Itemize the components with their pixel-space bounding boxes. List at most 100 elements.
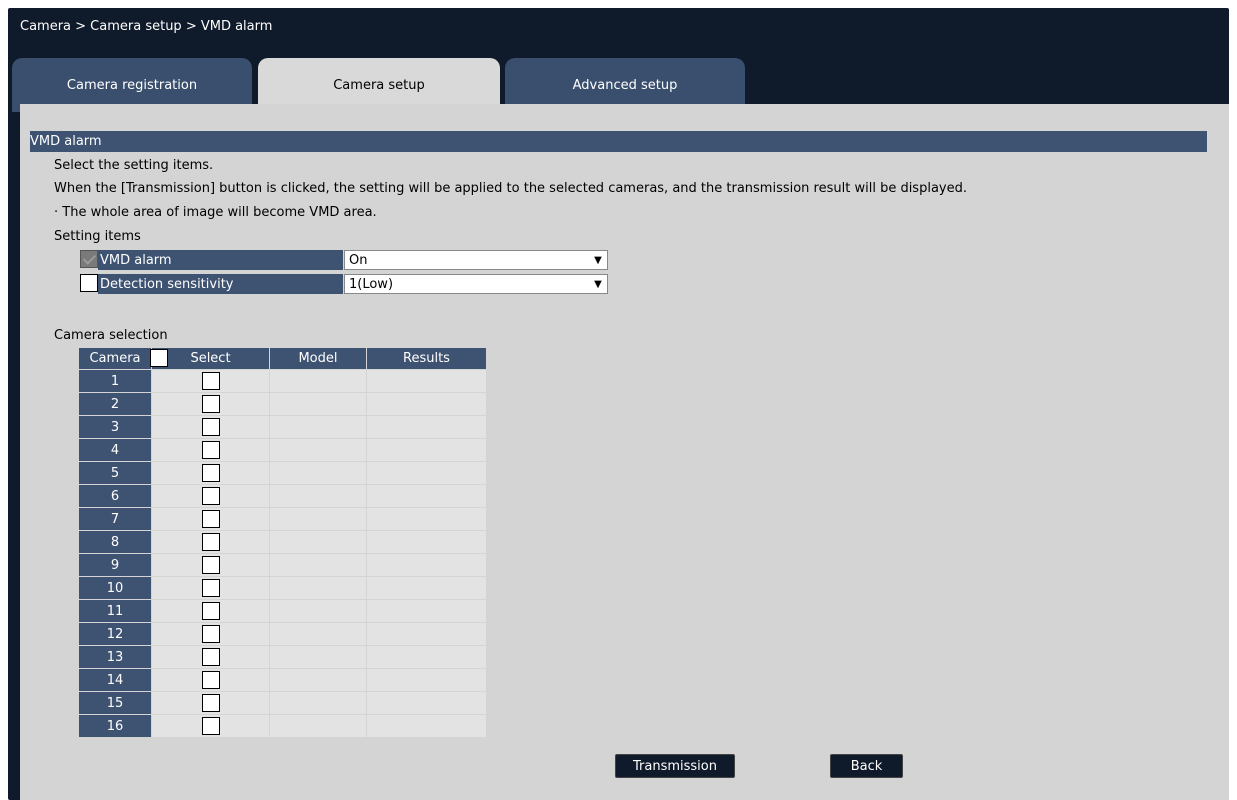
model-cell xyxy=(269,622,367,646)
results-cell xyxy=(366,645,487,669)
results-cell xyxy=(366,553,487,577)
camera-select-checkbox[interactable] xyxy=(201,533,220,551)
instruction-line-3: · The whole area of image will become VM… xyxy=(54,205,377,220)
table-row: 15 xyxy=(78,691,487,715)
table-row: 10 xyxy=(78,576,487,600)
model-cell xyxy=(269,461,367,485)
table-row: 6 xyxy=(78,484,487,508)
camera-select-checkbox[interactable] xyxy=(201,510,220,528)
camera-number: 7 xyxy=(78,507,152,531)
model-cell xyxy=(269,369,367,393)
camera-select-checkbox[interactable] xyxy=(201,648,220,666)
camera-number: 10 xyxy=(78,576,152,600)
camera-select-checkbox[interactable] xyxy=(201,625,220,643)
table-row: 13 xyxy=(78,645,487,669)
model-cell xyxy=(269,714,367,738)
camera-number: 12 xyxy=(78,622,152,646)
camera-select-checkbox[interactable] xyxy=(201,418,220,436)
table-row: 5 xyxy=(78,461,487,485)
model-cell xyxy=(269,484,367,508)
camera-number: 14 xyxy=(78,668,152,692)
header-select: Select xyxy=(150,347,270,370)
camera-select-checkbox[interactable] xyxy=(201,487,220,505)
results-cell xyxy=(366,576,487,600)
results-cell xyxy=(366,714,487,738)
header-camera-label: Camera xyxy=(89,351,141,366)
results-cell xyxy=(366,507,487,531)
detection-sensitivity-select[interactable]: 1(Low) ▼ xyxy=(344,274,608,294)
header-model: Model xyxy=(269,347,367,370)
table-row: 4 xyxy=(78,438,487,462)
camera-number: 9 xyxy=(78,553,152,577)
camera-select-checkbox[interactable] xyxy=(201,464,220,482)
camera-number: 4 xyxy=(78,438,152,462)
transmission-button[interactable]: Transmission xyxy=(615,754,735,778)
camera-select-checkbox[interactable] xyxy=(201,602,220,620)
table-row: 3 xyxy=(78,415,487,439)
back-button[interactable]: Back xyxy=(830,754,903,778)
vmd-alarm-select[interactable]: On ▼ xyxy=(344,250,608,270)
camera-select-checkbox[interactable] xyxy=(201,395,220,413)
camera-table: Camera Select Model Results 1 2 3 4 5 6 … xyxy=(78,347,487,738)
tab-label: Camera registration xyxy=(66,77,198,93)
camera-number: 16 xyxy=(78,714,152,738)
table-row: 2 xyxy=(78,392,487,416)
camera-number: 6 xyxy=(78,484,152,508)
header-results: Results xyxy=(366,347,487,370)
model-cell xyxy=(269,599,367,623)
select-value: 1(Low) xyxy=(349,276,394,292)
camera-select-checkbox[interactable] xyxy=(201,694,220,712)
results-cell xyxy=(366,622,487,646)
camera-number: 2 xyxy=(78,392,152,416)
table-header-row: Camera Select Model Results xyxy=(78,347,487,370)
chevron-down-icon: ▼ xyxy=(589,275,607,293)
results-cell xyxy=(366,438,487,462)
model-cell xyxy=(269,576,367,600)
setting-name: Detection sensitivity xyxy=(98,274,344,294)
camera-number: 3 xyxy=(78,415,152,439)
results-cell xyxy=(366,461,487,485)
camera-select-checkbox[interactable] xyxy=(201,717,220,735)
setting-name: VMD alarm xyxy=(98,250,344,270)
table-row: 9 xyxy=(78,553,487,577)
instruction-line-2: When the [Transmission] button is clicke… xyxy=(54,181,967,196)
detection-sensitivity-checkbox[interactable] xyxy=(80,274,98,292)
results-cell xyxy=(366,484,487,508)
table-row: 12 xyxy=(78,622,487,646)
camera-select-checkbox[interactable] xyxy=(201,579,220,597)
model-cell xyxy=(269,553,367,577)
camera-select-checkbox[interactable] xyxy=(201,372,220,390)
model-cell xyxy=(269,392,367,416)
breadcrumb: Camera > Camera setup > VMD alarm xyxy=(20,19,273,34)
model-cell xyxy=(269,507,367,531)
header-camera: Camera xyxy=(78,347,152,370)
camera-number: 15 xyxy=(78,691,152,715)
model-cell xyxy=(269,645,367,669)
model-cell xyxy=(269,415,367,439)
tab-label: Advanced setup xyxy=(572,77,678,93)
model-cell xyxy=(269,691,367,715)
table-row: 16 xyxy=(78,714,487,738)
camera-select-checkbox[interactable] xyxy=(201,671,220,689)
results-cell xyxy=(366,392,487,416)
tab-label: Camera setup xyxy=(333,77,425,93)
results-cell xyxy=(366,668,487,692)
table-row: 11 xyxy=(78,599,487,623)
content-panel: VMD alarm Select the setting items. When… xyxy=(20,104,1229,800)
section-title: VMD alarm xyxy=(30,134,102,149)
camera-number: 13 xyxy=(78,645,152,669)
model-cell xyxy=(269,668,367,692)
camera-number: 11 xyxy=(78,599,152,623)
camera-number: 8 xyxy=(78,530,152,554)
instruction-line-1: Select the setting items. xyxy=(54,158,214,173)
vmd-alarm-checkbox xyxy=(80,250,98,268)
select-value: On xyxy=(349,252,368,268)
results-cell xyxy=(366,369,487,393)
camera-selection-label: Camera selection xyxy=(54,328,168,343)
section-header: VMD alarm xyxy=(30,131,1207,152)
table-row: 1 xyxy=(78,369,487,393)
camera-select-checkbox[interactable] xyxy=(201,556,220,574)
select-all-checkbox[interactable] xyxy=(150,349,168,367)
results-cell xyxy=(366,691,487,715)
camera-select-checkbox[interactable] xyxy=(201,441,220,459)
